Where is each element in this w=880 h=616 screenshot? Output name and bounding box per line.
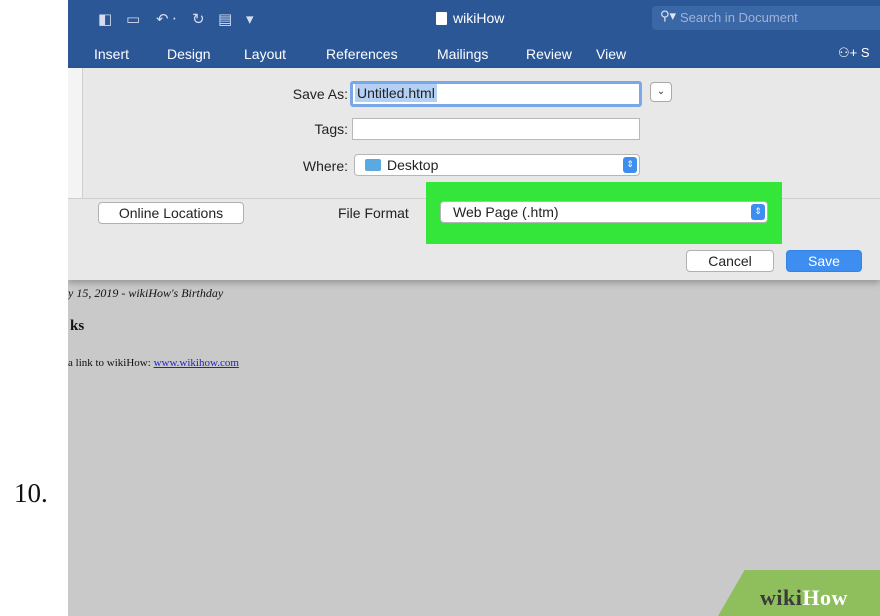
document-date-line: y 15, 2019 - wikiHow's Birthday [68,286,224,300]
expand-dialog-button[interactable]: ⌄ [650,82,672,102]
folder-icon [365,159,381,171]
dialog-left-edge [68,68,83,198]
where-value: Desktop [387,157,439,173]
save-as-field[interactable]: Untitled.html [350,81,642,107]
tags-field[interactable] [352,118,640,140]
undo-dropdown-icon[interactable]: · [172,10,177,28]
file-format-label: File Format [338,205,409,221]
document-link-line: a link to wikiHow: www.wikihow.com [68,357,239,369]
chevron-down-icon: ⌄ [656,86,666,97]
search-icon: ⚲▾ [660,9,677,24]
print-icon[interactable]: ▤ [218,10,232,28]
online-locations-button[interactable]: Online Locations [98,202,244,224]
step-number: 10. [14,478,48,508]
save-icon[interactable]: ▭ [126,10,140,28]
file-format-popup[interactable]: Web Page (.htm) ⇕ [440,201,768,223]
document-icon [436,12,447,25]
title-bar: ◧ ▭ ↶ · ↻ ▤ ▾ wikiHow ⚲▾ Search in Docum… [68,0,880,68]
search-placeholder: Search in Document [680,10,798,25]
tab-review[interactable]: Review [526,46,572,62]
redo-icon[interactable]: ↻ [192,10,205,28]
tab-mailings[interactable]: Mailings [437,46,488,62]
watermark-wiki: wiki [760,585,803,610]
undo-icon[interactable]: ↶ [156,10,169,28]
word-screenshot: ◧ ▭ ↶ · ↻ ▤ ▾ wikiHow ⚲▾ Search in Docum… [68,0,880,616]
tab-view[interactable]: View [596,46,626,62]
document-heading-fragment: ks [70,318,85,334]
share-button[interactable]: ⚇+ S [838,45,870,61]
search-in-document[interactable]: ⚲▾ Search in Document [652,6,880,30]
tags-label: Tags: [314,121,348,137]
where-popup[interactable]: Desktop ⇕ [354,154,640,176]
wikihow-link[interactable]: www.wikihow.com [154,357,239,369]
customize-toolbar-icon[interactable]: ▾ [246,10,254,28]
save-as-label: Save As: [292,86,348,102]
popup-stepper-icon: ⇕ [623,157,637,173]
tab-insert[interactable]: Insert [94,46,129,62]
save-button[interactable]: Save [786,250,862,272]
wikihow-watermark: wikiHow [760,585,848,611]
add-person-icon: ⚇+ [838,45,861,60]
link-prefix-text: a link to wikiHow: [68,357,154,369]
tab-references[interactable]: References [326,46,398,62]
document-title: wikiHow [436,10,504,26]
tab-layout[interactable]: Layout [244,46,286,62]
file-format-value: Web Page (.htm) [453,204,559,220]
where-label: Where: [302,158,348,174]
popup-stepper-icon: ⇕ [751,204,765,220]
tab-design[interactable]: Design [167,46,211,62]
watermark-how: How [802,585,848,610]
cancel-button[interactable]: Cancel [686,250,774,272]
sidebar-toggle-icon[interactable]: ◧ [98,10,112,28]
file-name-value: Untitled.html [355,84,437,102]
ribbon-tabs: Insert Design Layout References Mailings… [68,40,880,68]
